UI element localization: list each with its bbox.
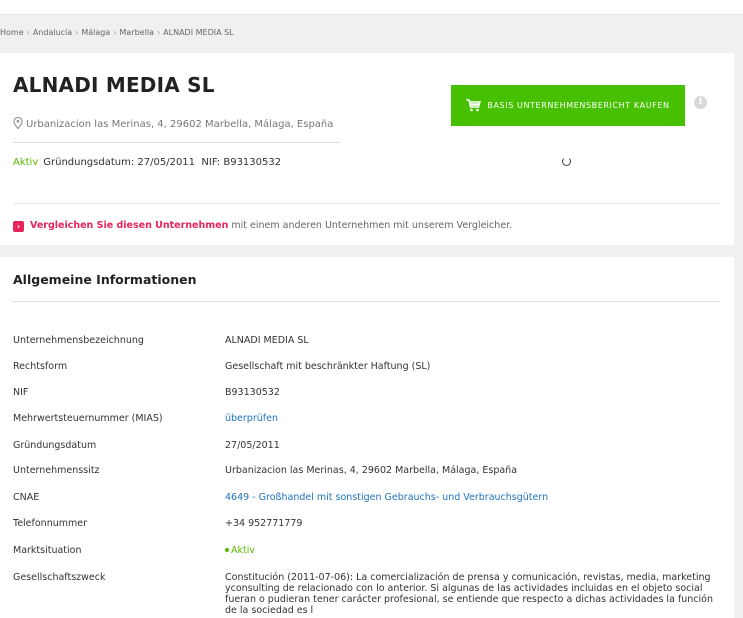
info-value: B93130532 <box>225 387 280 398</box>
loading-spinner-icon <box>562 157 571 166</box>
breadcrumb-province[interactable]: Málaga <box>81 28 110 37</box>
info-label: Mehrwertsteuernummer (MIAS) <box>13 413 163 424</box>
info-label: Gründungsdatum <box>13 440 97 451</box>
info-icon[interactable]: i <box>694 96 707 109</box>
info-value: +34 952771779 <box>225 518 303 529</box>
info-value: 27/05/2011 <box>225 440 280 451</box>
company-name: ALNADI MEDIA SL <box>13 73 215 97</box>
compare-line: › Vergleichen Sie diesen Unternehmen mit … <box>13 220 512 232</box>
status-line: Aktiv Gründungsdatum: 27/05/2011 NIF: B93… <box>13 157 281 168</box>
market-status-value: Aktiv <box>225 545 255 556</box>
breadcrumb-separator: › <box>156 28 161 37</box>
breadcrumb-separator: › <box>26 28 30 37</box>
header-bottom-divider <box>13 203 720 204</box>
section-title: Allgemeine Informationen <box>13 272 197 287</box>
breadcrumb-separator: › <box>75 28 79 37</box>
info-label: CNAE <box>13 492 40 503</box>
general-info-card: Allgemeine Informationen Unternehmensbez… <box>0 257 734 618</box>
compare-text: mit einem anderen Unternehmen mit unsere… <box>228 220 513 231</box>
company-purpose-text: Constitución (2011-07-06): La comerciali… <box>225 572 713 616</box>
header-divider <box>13 142 340 143</box>
breadcrumb-separator: › <box>113 28 117 37</box>
breadcrumb-city[interactable]: Marbella <box>120 28 154 37</box>
cnae-link[interactable]: 4649 - Großhandel mit sonstigen Gebrauch… <box>225 492 548 503</box>
vat-check-link[interactable]: überprüfen <box>225 413 278 424</box>
info-value: Urbanizacion las Merinas, 4, 29602 Marbe… <box>225 465 518 476</box>
company-address: Urbanizacion las Merinas, 4, 29602 Marbe… <box>13 117 333 130</box>
status-badge: Aktiv <box>13 157 39 168</box>
cart-icon <box>466 99 482 112</box>
location-pin-icon <box>13 117 23 129</box>
breadcrumb-home[interactable]: Home <box>0 28 24 37</box>
breadcrumb-current: ALNADI MEDIA SL <box>163 28 234 37</box>
info-label: Telefonnummer <box>13 518 87 529</box>
info-label: Gesellschaftszweck <box>13 572 106 583</box>
info-label: NIF <box>13 387 29 398</box>
address-text: Urbanizacion las Merinas, 4, 29602 Marbe… <box>26 119 334 130</box>
breadcrumb-region[interactable]: Andalucía <box>33 28 72 37</box>
info-value: ALNADI MEDIA SL <box>225 335 309 346</box>
section-divider <box>13 301 720 302</box>
founding-date: Gründungsdatum: 27/05/2011 <box>43 157 196 168</box>
info-label: Unternehmenssitz <box>13 465 100 476</box>
top-bar <box>0 0 743 15</box>
nif-text: NIF: B93130532 <box>201 157 282 168</box>
compare-arrow-icon: › <box>13 221 24 232</box>
company-header-card: ALNADI MEDIA SL Urbanizacion las Merinas… <box>0 53 734 245</box>
market-status-text: Aktiv <box>231 545 255 556</box>
breadcrumb: Home › Andalucía › Málaga › Marbella › ALNADI ME… <box>0 28 234 37</box>
buy-report-label: BASIS UNTERNEHMENSBERICHT KAUFEN <box>487 101 670 110</box>
buy-report-button[interactable]: BASIS UNTERNEHMENSBERICHT KAUFEN <box>451 85 685 126</box>
info-label: Unternehmensbezeichnung <box>13 335 144 346</box>
info-label: Rechtsform <box>13 361 68 372</box>
info-label: Marktsituation <box>13 545 82 556</box>
status-dot-icon <box>225 548 229 552</box>
compare-link[interactable]: Vergleichen Sie diesen Unternehmen <box>30 220 228 231</box>
info-value: Gesellschaft mit beschränkter Haftung (S… <box>225 361 431 372</box>
